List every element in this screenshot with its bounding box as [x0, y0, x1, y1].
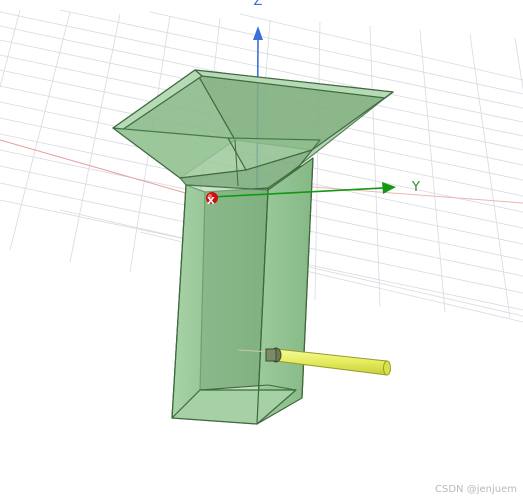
z-axis-label: Z [254, 0, 263, 9]
y-axis-label: Y [411, 180, 420, 195]
3d-scene[interactable]: Z Y X [0, 0, 523, 501]
3d-viewport[interactable]: Z Y X CSDN @jenjuem [0, 0, 523, 501]
vertical-chamber[interactable] [171, 157, 314, 425]
watermark-text: CSDN @jenjuem [435, 484, 517, 495]
x-axis-label: X [207, 196, 215, 207]
